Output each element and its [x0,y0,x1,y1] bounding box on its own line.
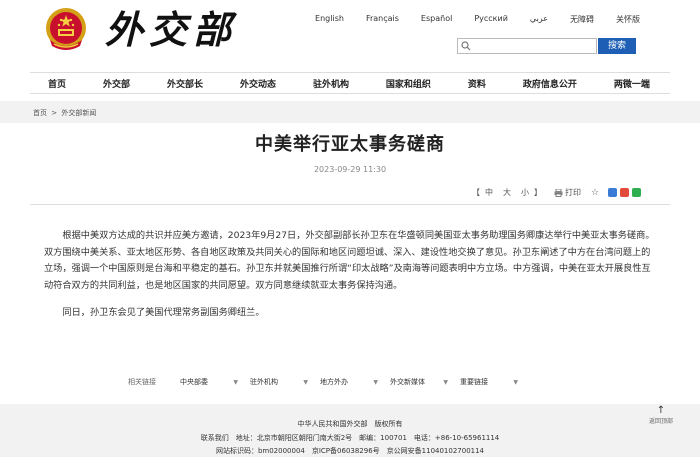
elderly-mode-link[interactable]: 关怀版 [616,14,640,25]
related-new-media-dropdown[interactable]: 外交新媒体 ▼ [390,377,460,387]
caret-down-icon: ▼ [373,378,378,386]
site-header: 外交部 English Français Español Русский عرب… [0,0,700,70]
lang-french-link[interactable]: Français [366,14,399,25]
article-paragraph: 同日，孙卫东会见了美国代理常务副国务卿纽兰。 [62,307,265,318]
related-links-label: 相关链接 [128,378,156,386]
related-item-label: 外交新媒体 [390,378,425,386]
caret-down-icon: ▼ [303,378,308,386]
related-item-label: 重要链接 [460,378,488,386]
nav-item-minister[interactable]: 外交部长 [167,77,203,90]
breadcrumb: 首页 > 外交部新闻 [33,108,96,118]
article-paragraph: 根据中美双方达成的共识并应美方邀请，2023年9月27日，外交部副部长孙卫东在华… [44,230,655,291]
related-important-links-dropdown[interactable]: 重要链接 ▼ [460,377,530,387]
breadcrumb-separator: > [51,109,58,117]
font-size-medium-button[interactable]: 中 [485,187,493,198]
footer-registration: 网站标识码：bm02000004 京ICP备06038296号 京公网安备110… [215,447,485,455]
nav-item-news[interactable]: 外交动态 [240,77,276,90]
share-qzone-icon[interactable] [620,188,630,197]
lang-english-link[interactable]: English [315,14,344,25]
related-item-label: 中央部委 [180,378,208,386]
search-input[interactable] [474,39,594,53]
favorite-icon[interactable]: ☆ [591,188,599,198]
breadcrumb-current-link[interactable]: 外交部新闻 [61,109,96,117]
main-nav: 首页 外交部 外交部长 外交动态 驻外机构 国家和组织 资料 政府信息公开 两微… [30,72,670,94]
caret-down-icon: ▼ [443,378,448,386]
related-item-label: 驻外机构 [250,378,278,386]
nav-item-ministry[interactable]: 外交部 [103,77,130,90]
site-logo-text[interactable]: 外交部 [105,8,237,52]
share-weibo-icon[interactable] [608,188,618,197]
font-size-large-button[interactable]: 大 [503,187,511,198]
search-button[interactable]: 搜索 [598,38,636,54]
related-item-label: 地方外办 [320,378,348,386]
caret-down-icon: ▼ [233,378,238,386]
back-to-top-button[interactable]: ↑ 返回顶部 [646,405,676,426]
title-divider [30,204,670,205]
nav-item-countries[interactable]: 国家和组织 [386,77,431,90]
related-links: 相关链接 中央部委 ▼ 驻外机构 ▼ 地方外办 ▼ 外交新媒体 ▼ 重要链接 ▼ [128,377,530,387]
lang-russian-link[interactable]: Русский [474,14,508,25]
caret-down-icon: ▼ [513,378,518,386]
print-icon[interactable] [554,188,563,197]
site-footer: 中华人民共和国外交部 版权所有 联系我们 地址：北京市朝阳区朝阳门南大街2号 邮… [0,404,700,457]
back-to-top-label: 返回顶部 [648,418,673,425]
font-size-small-button[interactable]: 小 [521,187,529,198]
article-tools: 【 中 大 小 】 打印 ☆ [472,187,642,198]
related-central-ministries-dropdown[interactable]: 中央部委 ▼ [180,377,250,387]
nav-item-gov-info[interactable]: 政府信息公开 [523,77,577,90]
language-bar: English Français Español Русский عربي 无障… [293,14,640,25]
search-box [457,38,597,54]
print-button[interactable]: 打印 [565,187,581,198]
font-size-bracket-open: 【 [472,188,480,197]
nav-item-social[interactable]: 两微一端 [614,77,650,90]
article-title: 中美举行亚太事务磋商 [255,134,445,155]
related-missions-dropdown[interactable]: 驻外机构 ▼ [250,377,320,387]
nav-item-home[interactable]: 首页 [48,77,66,90]
breadcrumb-home-link[interactable]: 首页 [33,109,47,117]
article-body: 根据中美双方达成的共识并应美方邀请，2023年9月27日，外交部副部长孙卫东在华… [44,228,656,333]
search-icon [461,41,471,51]
share-wechat-icon[interactable] [632,188,642,197]
nav-item-missions[interactable]: 驻外机构 [313,77,349,90]
breadcrumb-bar: 首页 > 外交部新闻 [0,101,700,123]
nav-item-resources[interactable]: 资料 [468,77,486,90]
footer-copyright: 中华人民共和国外交部 版权所有 [297,420,403,428]
related-local-fao-dropdown[interactable]: 地方外办 ▼ [320,377,390,387]
national-emblem-logo[interactable] [44,6,88,54]
font-size-bracket-close: 】 [534,188,542,197]
article-date: 2023-09-29 11:30 [313,165,387,174]
lang-arabic-link[interactable]: عربي [530,14,548,25]
arrow-up-icon: ↑ [656,405,666,416]
footer-contact: 联系我们 地址：北京市朝阳区朝阳门南大街2号 邮编：100701 电话：+86-… [200,434,500,442]
accessibility-link[interactable]: 无障碍 [570,14,594,25]
lang-spanish-link[interactable]: Español [421,14,452,25]
